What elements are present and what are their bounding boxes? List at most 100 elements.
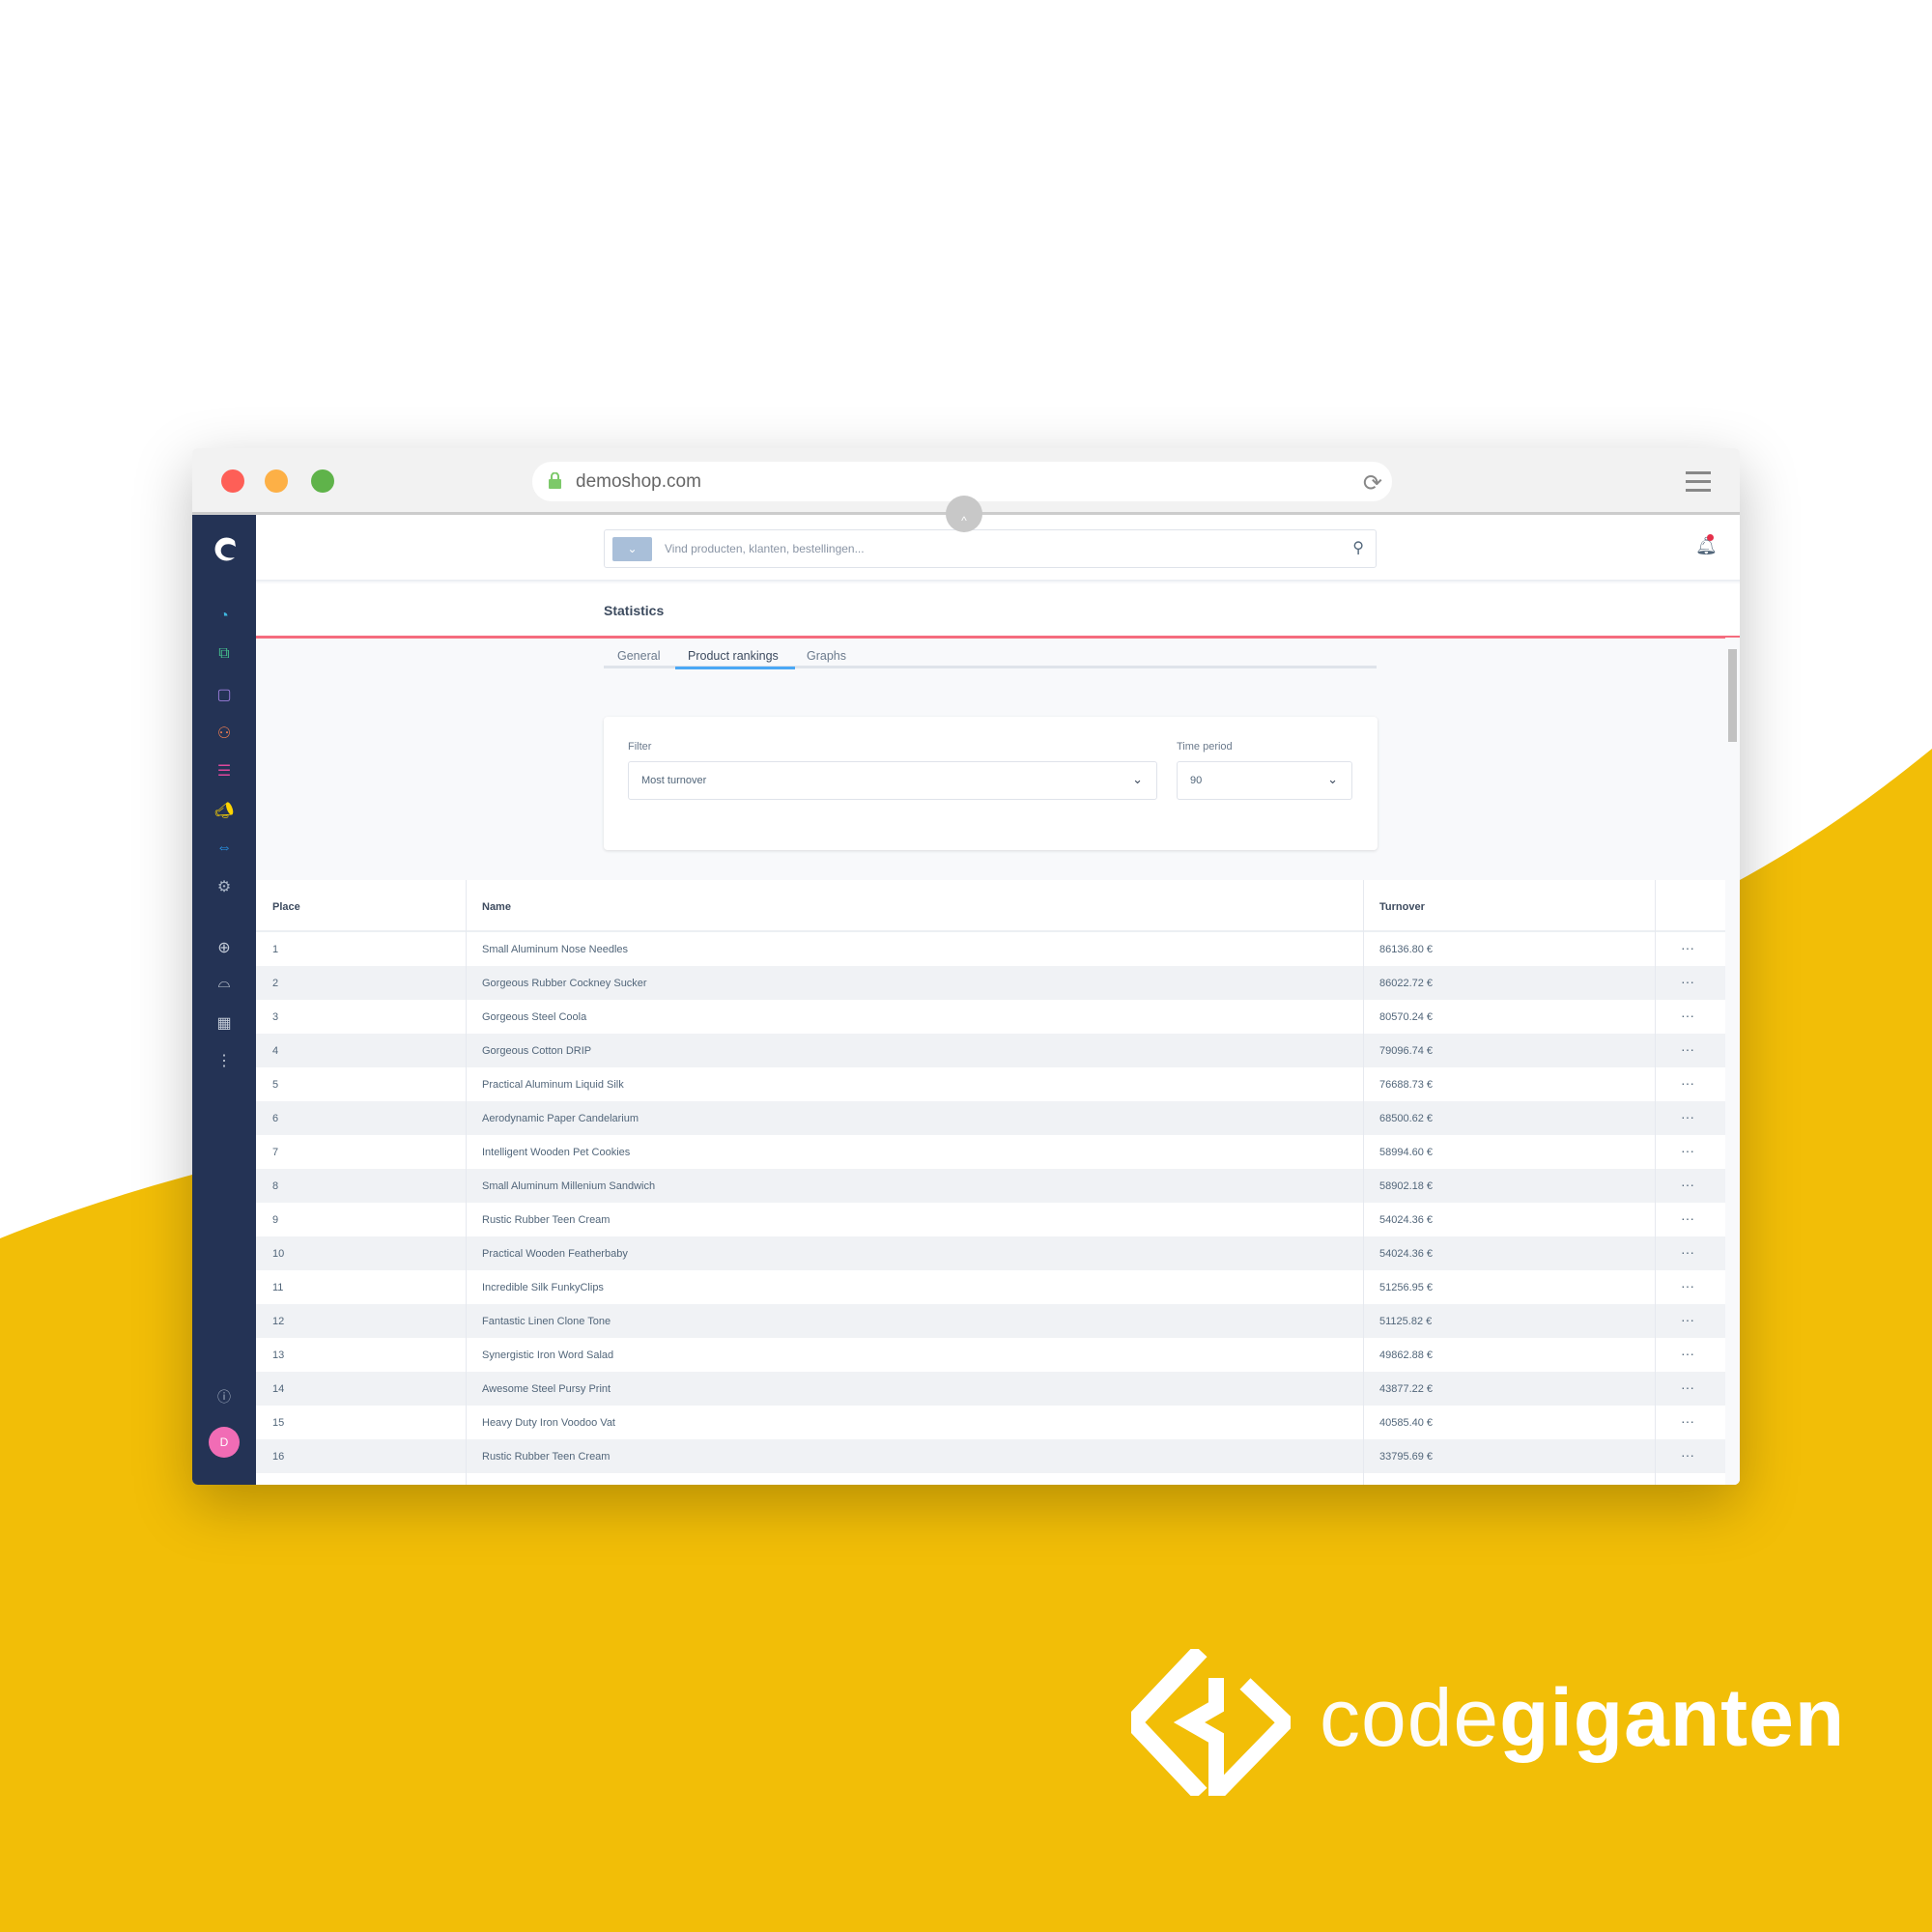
maximize-window-button[interactable] [311,469,334,493]
shopware-logo-icon [214,537,236,561]
row-actions-button[interactable]: ··· [1681,940,1694,955]
cell-turnover: 86022.72 € [1379,978,1434,989]
row-actions-button[interactable]: ··· [1681,1075,1694,1091]
row-actions-button[interactable]: ··· [1681,974,1694,989]
table-row[interactable]: 13 Synergistic Iron Word Salad 49862.88 € ·… [256,1338,1725,1372]
table-row[interactable]: 11 Incredible Silk FunkyClips 51256.95 € ··… [256,1270,1725,1304]
codegiganten-logo-icon [1131,1649,1291,1796]
cell-place: 16 [272,1451,285,1463]
close-window-button[interactable] [221,469,244,493]
row-actions-button[interactable]: ··· [1681,1143,1694,1158]
sidebar: ◔ ⧉ ▢ ⚇ ☰ 📣︎ ⇔ ⚙ ⊕ ⌓ ▦ ⋮ ⓘ D [192,515,256,1485]
extensions-icon[interactable]: ⇔ [192,839,256,857]
row-actions-button[interactable]: ··· [1681,1109,1694,1124]
cell-place: 13 [272,1350,285,1361]
cell-place: 8 [272,1180,279,1192]
table-row[interactable]: 6 Aerodynamic Paper Candelarium 68500.62 €… [256,1101,1725,1135]
table-row[interactable]: 4 Gorgeous Cotton DRIP 79096.74 € ··· [256,1034,1725,1067]
tab-bar: General Product rankings Graphs [604,649,1377,669]
notification-bell-icon[interactable]: 🔔︎ [1695,534,1718,556]
scrollbar-thumb[interactable] [1728,649,1737,742]
row-actions-button[interactable]: ··· [1681,1346,1694,1361]
cell-place: 14 [272,1383,285,1395]
row-actions-button[interactable]: ··· [1681,1177,1694,1192]
cell-name: Heavy Duty Iron Voodoo Vat [482,1417,615,1429]
row-actions-button[interactable]: ··· [1681,1008,1694,1023]
table-row[interactable]: 7 Intelligent Wooden Pet Cookies 58994.60 … [256,1135,1725,1169]
chevron-down-icon: ⌄ [1132,772,1143,786]
row-actions-button[interactable]: ··· [1681,1041,1694,1057]
orders-icon[interactable]: ▢ [192,685,256,704]
marketing-icon[interactable]: 📣︎ [192,801,256,820]
cell-place: 5 [272,1079,279,1091]
dashboard-icon[interactable]: ◔ [192,608,256,625]
sales-channel-icon[interactable]: ⌓ [192,975,256,992]
table-row[interactable]: 3 Gorgeous Steel Coola 80570.24 € ··· [256,1000,1725,1034]
table-row[interactable]: 14 Awesome Steel Pursy Print 43877.22 € ··· [256,1372,1725,1406]
reload-icon[interactable]: ⟳ [1363,469,1382,497]
cell-turnover: 51256.95 € [1379,1282,1434,1293]
column-header-place[interactable]: Place [272,901,300,913]
tab-graphs[interactable]: Graphs [807,649,846,663]
table-row[interactable]: 1 Small Aluminum Nose Needles 86136.80 € ··… [256,932,1725,966]
cell-name: Awesome Steel Pursy Print [482,1383,611,1395]
row-actions-button[interactable]: ··· [1681,1210,1694,1226]
cell-turnover: 54024.36 € [1379,1248,1434,1260]
cell-name: Practical Wooden Featherbaby [482,1248,628,1260]
row-actions-button[interactable]: ··· [1681,1312,1694,1327]
add-icon[interactable]: ⊕ [192,938,256,957]
cell-name: Gorgeous Rubber Cockney Sucker [482,978,647,989]
filter-value: Most turnover [641,775,707,786]
cell-place: 1 [272,944,279,955]
table-row[interactable]: 2 Gorgeous Rubber Cockney Sucker 86022.72 … [256,966,1725,1000]
row-actions-button[interactable]: ··· [1681,1278,1694,1293]
time-period-label: Time period [1177,741,1233,753]
table-row[interactable]: 16 Rustic Rubber Teen Cream 33795.69 € ··· [256,1439,1725,1473]
minimize-window-button[interactable] [265,469,288,493]
cell-turnover: 80570.24 € [1379,1011,1434,1023]
more-icon[interactable]: ⋮ [192,1051,256,1070]
settings-icon[interactable]: ⚙ [192,877,256,896]
time-period-value: 90 [1190,775,1203,786]
global-search[interactable]: ⌄ Vind producten, klanten, bestellingen.… [604,529,1377,568]
cell-name: Intelligent Wooden Pet Cookies [482,1147,631,1158]
scrollbar[interactable] [1725,638,1740,1485]
help-icon[interactable]: ⓘ [192,1387,256,1406]
column-header-turnover[interactable]: Turnover [1379,901,1425,913]
cell-name: Small Aluminum Nose Needles [482,944,629,955]
column-header-name[interactable]: Name [482,901,511,913]
time-period-select[interactable]: 90 ⌄ [1177,761,1352,800]
chevron-down-icon: ⌄ [1327,772,1338,786]
cell-name: Rustic Rubber Teen Cream [482,1451,611,1463]
table-row[interactable]: 8 Small Aluminum Millenium Sandwich 58902.… [256,1169,1725,1203]
collapse-header-button[interactable]: ^ [946,496,982,532]
catalogues-icon[interactable]: ⧉ [192,645,256,663]
tab-product-rankings[interactable]: Product rankings [688,649,779,663]
cell-name: Practical Aluminum Liquid Silk [482,1079,624,1091]
browser-window: demoshop.com ⟳ ◔ ⧉ ▢ ⚇ ☰ 📣︎ ⇔ ⚙ ⊕ ⌓ ▦ ⋮ ⓘ D ⌄ Vind … [192,448,1740,1485]
row-actions-button[interactable]: ··· [1681,1413,1694,1429]
table-row[interactable]: 5 Practical Aluminum Liquid Silk 76688.73 … [256,1067,1725,1101]
filter-select[interactable]: Most turnover ⌄ [628,761,1157,800]
customers-icon[interactable]: ⚇ [192,724,256,743]
cell-place: 7 [272,1147,279,1158]
search-type-dropdown[interactable]: ⌄ [612,537,652,561]
storefront-icon[interactable]: ▦ [192,1013,256,1033]
filter-label: Filter [628,741,652,753]
table-row[interactable]: 10 Practical Wooden Featherbaby 54024.36 €… [256,1236,1725,1270]
table-row[interactable]: 15 Heavy Duty Iron Voodoo Vat 40585.40 € ··… [256,1406,1725,1439]
search-input[interactable]: Vind producten, klanten, bestellingen... [665,542,865,555]
content-icon[interactable]: ☰ [192,761,256,781]
cell-turnover: 54024.36 € [1379,1214,1434,1226]
row-actions-button[interactable]: ··· [1681,1447,1694,1463]
browser-menu-icon[interactable] [1686,471,1711,497]
tab-general[interactable]: General [617,649,660,663]
cell-place: 12 [272,1316,285,1327]
page-header: Statistics [256,583,1740,639]
table-row[interactable]: 9 Rustic Rubber Teen Cream 54024.36 € ··· [256,1203,1725,1236]
row-actions-button[interactable]: ··· [1681,1379,1694,1395]
user-avatar[interactable]: D [209,1427,240,1458]
search-icon[interactable]: ⚲ [1352,538,1364,557]
row-actions-button[interactable]: ··· [1681,1244,1694,1260]
table-row[interactable]: 12 Fantastic Linen Clone Tone 51125.82 € ··… [256,1304,1725,1338]
